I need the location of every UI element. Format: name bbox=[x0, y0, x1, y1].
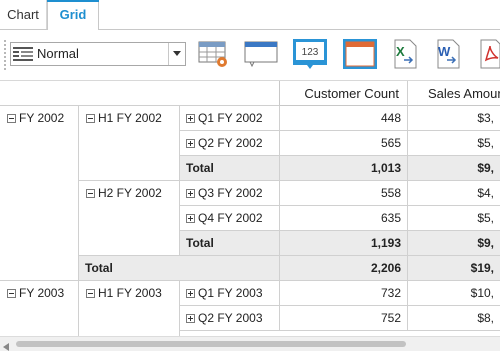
quarter-cell: Q3 FY 2002 bbox=[180, 181, 280, 206]
customer-count-cell: 732 bbox=[280, 281, 408, 306]
expand-icon[interactable] bbox=[186, 189, 195, 198]
header-sales-amount[interactable]: Sales Amour bbox=[408, 81, 500, 106]
svg-text:X: X bbox=[396, 44, 405, 59]
collapse-icon[interactable] bbox=[7, 114, 16, 123]
sales-amount-cell: $5, bbox=[408, 206, 500, 231]
collapse-icon[interactable] bbox=[86, 114, 95, 123]
tab-grid[interactable]: Grid bbox=[47, 0, 99, 30]
layout-select-value: Normal bbox=[37, 46, 79, 61]
half-label: H2 FY 2002 bbox=[98, 186, 162, 200]
value-display-icon[interactable]: 123 bbox=[293, 38, 327, 72]
year-cell-fy2003: FY 2003 bbox=[0, 281, 79, 336]
sales-amount-cell: $8, bbox=[408, 306, 500, 331]
quarter-label: Q1 FY 2003 bbox=[198, 286, 263, 300]
header-customer-count[interactable]: Customer Count bbox=[280, 81, 408, 106]
toolbar-grip[interactable] bbox=[4, 40, 8, 70]
scrollbar-thumb[interactable] bbox=[16, 341, 406, 347]
collapse-icon[interactable] bbox=[86, 289, 95, 298]
quarter-cell: Q2 FY 2002 bbox=[180, 131, 280, 156]
expand-icon[interactable] bbox=[186, 314, 195, 323]
excel-export-icon[interactable]: X bbox=[392, 38, 426, 72]
sales-amount-cell: $4, bbox=[408, 181, 500, 206]
horizontal-scrollbar[interactable] bbox=[0, 336, 500, 351]
quarter-cell: Q1 FY 2002 bbox=[180, 106, 280, 131]
pdf-export-icon[interactable] bbox=[478, 38, 500, 72]
half-cell-h2fy2002: H2 FY 2002 bbox=[79, 181, 180, 256]
quarter-label: Q1 FY 2002 bbox=[198, 111, 263, 125]
quarter-cell: Q2 FY 2003 bbox=[180, 306, 280, 331]
expand-icon[interactable] bbox=[186, 289, 195, 298]
layout-lines-icon bbox=[13, 46, 33, 62]
year-cell-fy2002: FY 2002 bbox=[0, 106, 79, 281]
field-list-icon[interactable] bbox=[197, 38, 231, 72]
total-label-cell: Total bbox=[180, 231, 280, 256]
year-total-label-cell: Total bbox=[79, 256, 280, 281]
customer-count-total-cell: 1,013 bbox=[280, 156, 408, 181]
quarter-label: Q4 FY 2002 bbox=[198, 211, 263, 225]
toolbar: Normal 123 X W bbox=[0, 30, 500, 81]
year-label: FY 2002 bbox=[19, 111, 65, 125]
customer-count-total-cell: 2,206 bbox=[280, 256, 408, 281]
customer-count-cell: 448 bbox=[280, 106, 408, 131]
half-cell-h1fy2002: H1 FY 2002 bbox=[79, 106, 180, 181]
quarter-cell: Q4 FY 2002 bbox=[180, 206, 280, 231]
sales-amount-total-cell: $9, bbox=[408, 231, 500, 256]
sales-amount-cell: $5, bbox=[408, 131, 500, 156]
customer-count-cell: 635 bbox=[280, 206, 408, 231]
quarter-cell: Q1 FY 2003 bbox=[180, 281, 280, 306]
total-label-cell: Total bbox=[180, 156, 280, 181]
tooltip-icon[interactable] bbox=[244, 38, 278, 72]
sales-amount-total-cell: $9, bbox=[408, 156, 500, 181]
collapse-icon[interactable] bbox=[7, 289, 16, 298]
quarter-label: Q2 FY 2002 bbox=[198, 136, 263, 150]
year-label: FY 2003 bbox=[19, 286, 65, 300]
layout-select[interactable]: Normal bbox=[10, 42, 186, 66]
half-label: H1 FY 2002 bbox=[98, 111, 162, 125]
customer-count-cell: 558 bbox=[280, 181, 408, 206]
window-icon[interactable] bbox=[343, 38, 377, 72]
pivot-grid: Customer Count Sales Amour FY 2002 FY 20… bbox=[0, 81, 500, 336]
expand-icon[interactable] bbox=[186, 214, 195, 223]
collapse-icon[interactable] bbox=[86, 189, 95, 198]
tab-bar: Chart Grid bbox=[0, 0, 500, 30]
word-export-icon[interactable]: W bbox=[435, 38, 469, 72]
customer-count-total-cell: 1,193 bbox=[280, 231, 408, 256]
expand-icon[interactable] bbox=[186, 139, 195, 148]
grid-corner bbox=[0, 81, 280, 106]
sales-amount-cell: $3, bbox=[408, 106, 500, 131]
half-cell-h1fy2003: H1 FY 2003 bbox=[79, 281, 180, 336]
sales-amount-total-cell: $19, bbox=[408, 256, 500, 281]
scroll-left-icon[interactable] bbox=[3, 340, 9, 354]
tab-chart[interactable]: Chart bbox=[0, 0, 47, 29]
chevron-down-icon[interactable] bbox=[168, 43, 185, 65]
customer-count-cell: 752 bbox=[280, 306, 408, 331]
quarter-label: Q2 FY 2003 bbox=[198, 311, 263, 325]
sales-amount-cell: $10, bbox=[408, 281, 500, 306]
half-label: H1 FY 2003 bbox=[98, 286, 162, 300]
svg-text:123: 123 bbox=[302, 47, 319, 58]
customer-count-cell: 565 bbox=[280, 131, 408, 156]
svg-text:W: W bbox=[438, 44, 451, 59]
quarter-label: Q3 FY 2002 bbox=[198, 186, 263, 200]
expand-icon[interactable] bbox=[186, 114, 195, 123]
